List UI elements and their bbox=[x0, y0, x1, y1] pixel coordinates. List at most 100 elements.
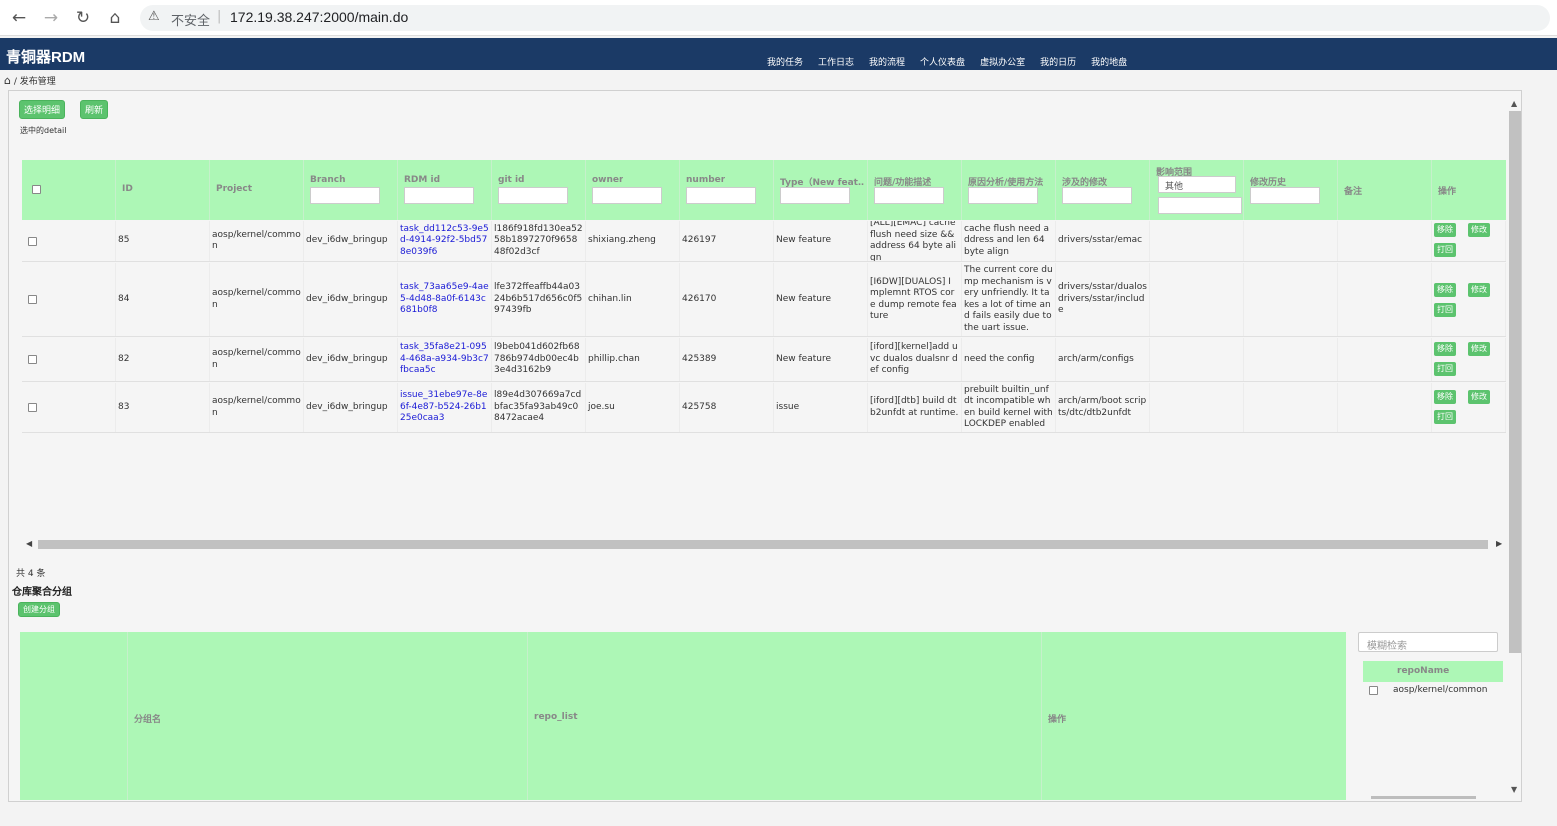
cell-history bbox=[1244, 263, 1338, 336]
scroll-down-icon[interactable]: ▼ bbox=[1511, 785, 1517, 794]
url-text: 172.19.38.247:2000/main.do bbox=[230, 9, 409, 25]
repo-search-input[interactable]: 模糊检索 bbox=[1358, 632, 1498, 652]
select-detail-button[interactable]: 选择明细 bbox=[19, 100, 66, 119]
reload-icon[interactable]: ↻ bbox=[72, 7, 94, 29]
address-bar[interactable]: ⚠ 不安全 | 172.19.38.247:2000/main.do bbox=[140, 5, 1550, 31]
desc-filter-input[interactable] bbox=[874, 187, 944, 204]
table-row: 84 aosp/kernel/common dev_i6dw_bringup t… bbox=[22, 263, 1506, 337]
table-row: 85 aosp/kernel/common dev_i6dw_bringup t… bbox=[22, 221, 1506, 262]
header-remark-label: 备注 bbox=[1344, 187, 1363, 197]
header-number: number bbox=[680, 160, 774, 220]
repo-scrollbar[interactable] bbox=[1371, 796, 1476, 799]
cell-number: 425758 bbox=[680, 383, 774, 432]
header-repo-list: repo_list bbox=[528, 632, 1042, 800]
table-horizontal-scrollbar[interactable]: ◀ ▶ bbox=[22, 538, 1506, 551]
table-row: 82 aosp/kernel/common dev_i6dw_bringup t… bbox=[22, 338, 1506, 382]
row-checkbox[interactable] bbox=[28, 403, 37, 412]
scroll-left-icon[interactable]: ◀ bbox=[26, 539, 32, 548]
edit-button[interactable]: 修改 bbox=[1468, 390, 1490, 404]
header-rdm-id: RDM id bbox=[398, 160, 492, 220]
changes-filter-input[interactable] bbox=[1062, 187, 1132, 204]
cell-history bbox=[1244, 383, 1338, 432]
cell-changes: drivers/sstar/dualos drivers/sstar/inclu… bbox=[1056, 263, 1150, 336]
row-checkbox[interactable] bbox=[28, 355, 37, 364]
scroll-up-icon[interactable]: ▲ bbox=[1511, 99, 1517, 108]
row-count: 共 4 条 bbox=[16, 569, 46, 579]
cell-impact bbox=[1150, 383, 1244, 432]
header-actions: 操作 bbox=[1432, 160, 1506, 220]
cell-rdm-link[interactable]: task_dd112c53-9e5d-4914-92f2-5bd578e039f… bbox=[398, 221, 492, 261]
row-checkbox[interactable] bbox=[28, 236, 37, 246]
reason-filter-input[interactable] bbox=[968, 187, 1038, 204]
scroll-right-icon[interactable]: ▶ bbox=[1496, 539, 1502, 548]
nav-dashboard[interactable]: 个人仪表盘 bbox=[920, 55, 965, 68]
cell-remark bbox=[1338, 221, 1432, 261]
cell-rdm-link[interactable]: task_35fa8e21-0954-468a-a934-9b3c7fbcaa5… bbox=[398, 338, 492, 381]
impact-select[interactable]: 其他 bbox=[1158, 176, 1236, 193]
refresh-button[interactable]: 刷新 bbox=[80, 100, 109, 119]
remove-button[interactable]: 移除 bbox=[1434, 342, 1456, 356]
reject-button[interactable]: 打回 bbox=[1434, 410, 1456, 424]
reject-button[interactable]: 打回 bbox=[1434, 362, 1456, 376]
nav-virtual-office[interactable]: 虚拟办公室 bbox=[980, 55, 1025, 68]
repo-header-label: repoName bbox=[1397, 666, 1450, 676]
cell-impact bbox=[1150, 263, 1244, 336]
owner-filter-input[interactable] bbox=[592, 187, 662, 204]
create-group-button[interactable]: 创建分组 bbox=[18, 602, 60, 617]
reject-button[interactable]: 打回 bbox=[1434, 243, 1456, 257]
reject-button[interactable]: 打回 bbox=[1434, 303, 1456, 317]
cell-project: aosp/kernel/common bbox=[210, 263, 304, 336]
home-icon[interactable]: ⌂ bbox=[104, 7, 126, 29]
cell-rdm-link[interactable]: task_73aa65e9-4ae5-4d48-8a0f-6143c681b0f… bbox=[398, 263, 492, 336]
warning-icon: ⚠ bbox=[148, 9, 160, 24]
breadcrumb-separator: / bbox=[13, 77, 17, 87]
detail-table-header: ID Project Branch RDM id git id owner nu… bbox=[22, 160, 1506, 220]
nav-calendar[interactable]: 我的日历 bbox=[1040, 55, 1076, 68]
cell-desc: [iford][dtb] build dtb2unfdt at runtime. bbox=[868, 383, 962, 432]
rdm-filter-input[interactable] bbox=[404, 187, 474, 204]
repo-checkbox[interactable] bbox=[1369, 686, 1378, 695]
select-all-checkbox[interactable] bbox=[32, 185, 41, 194]
home-icon[interactable]: ⌂ bbox=[4, 74, 11, 87]
cell-history bbox=[1244, 221, 1338, 261]
remove-button[interactable]: 移除 bbox=[1434, 283, 1456, 297]
vscroll-thumb[interactable] bbox=[1509, 111, 1521, 653]
git-filter-input[interactable] bbox=[498, 187, 568, 204]
header-git-id: git id bbox=[492, 160, 586, 220]
remove-button[interactable]: 移除 bbox=[1434, 390, 1456, 404]
section-title: 仓库聚合分组 bbox=[12, 587, 72, 598]
edit-button[interactable]: 修改 bbox=[1468, 342, 1490, 356]
header-actions-label: 操作 bbox=[1438, 187, 1457, 197]
header-branch-label: Branch bbox=[310, 175, 346, 185]
cell-actions: 移除 修改 打回 bbox=[1432, 383, 1506, 432]
branch-filter-input[interactable] bbox=[310, 187, 380, 204]
back-icon[interactable]: ← bbox=[8, 7, 30, 29]
history-filter-input[interactable] bbox=[1250, 187, 1320, 204]
cell-remark bbox=[1338, 338, 1432, 381]
impact-filter-input[interactable] bbox=[1158, 197, 1242, 214]
cell-owner: chihan.lin bbox=[586, 263, 680, 336]
table-row: 83 aosp/kernel/common dev_i6dw_bringup i… bbox=[22, 383, 1506, 433]
edit-button[interactable]: 修改 bbox=[1468, 283, 1490, 297]
cell-remark bbox=[1338, 263, 1432, 336]
header-select-all bbox=[22, 160, 116, 220]
number-filter-input[interactable] bbox=[686, 187, 756, 204]
nav-my-tasks[interactable]: 我的任务 bbox=[767, 55, 803, 68]
edit-button[interactable]: 修改 bbox=[1468, 223, 1490, 237]
nav-my-space[interactable]: 我的地盘 bbox=[1091, 55, 1127, 68]
nav-my-process[interactable]: 我的流程 bbox=[869, 55, 905, 68]
cell-owner: shixiang.zheng bbox=[586, 221, 680, 261]
cell-number: 425389 bbox=[680, 338, 774, 381]
header-number-label: number bbox=[686, 175, 726, 185]
row-checkbox[interactable] bbox=[28, 295, 37, 304]
remove-button[interactable]: 移除 bbox=[1434, 223, 1456, 237]
page-vertical-scrollbar[interactable]: ▲ ▼ bbox=[1508, 97, 1522, 797]
cell-project: aosp/kernel/common bbox=[210, 221, 304, 261]
cell-history bbox=[1244, 338, 1338, 381]
scroll-thumb[interactable] bbox=[38, 540, 1488, 549]
nav-work-log[interactable]: 工作日志 bbox=[818, 55, 854, 68]
type-filter-input[interactable] bbox=[780, 187, 850, 204]
cell-rdm-link[interactable]: issue_31ebe97e-8e6f-4e87-b524-26b125e0ca… bbox=[398, 383, 492, 432]
cell-desc: [I6DW][DUALOS] Implemnt RTOS core dump r… bbox=[868, 263, 962, 336]
forward-icon[interactable]: → bbox=[40, 7, 62, 29]
